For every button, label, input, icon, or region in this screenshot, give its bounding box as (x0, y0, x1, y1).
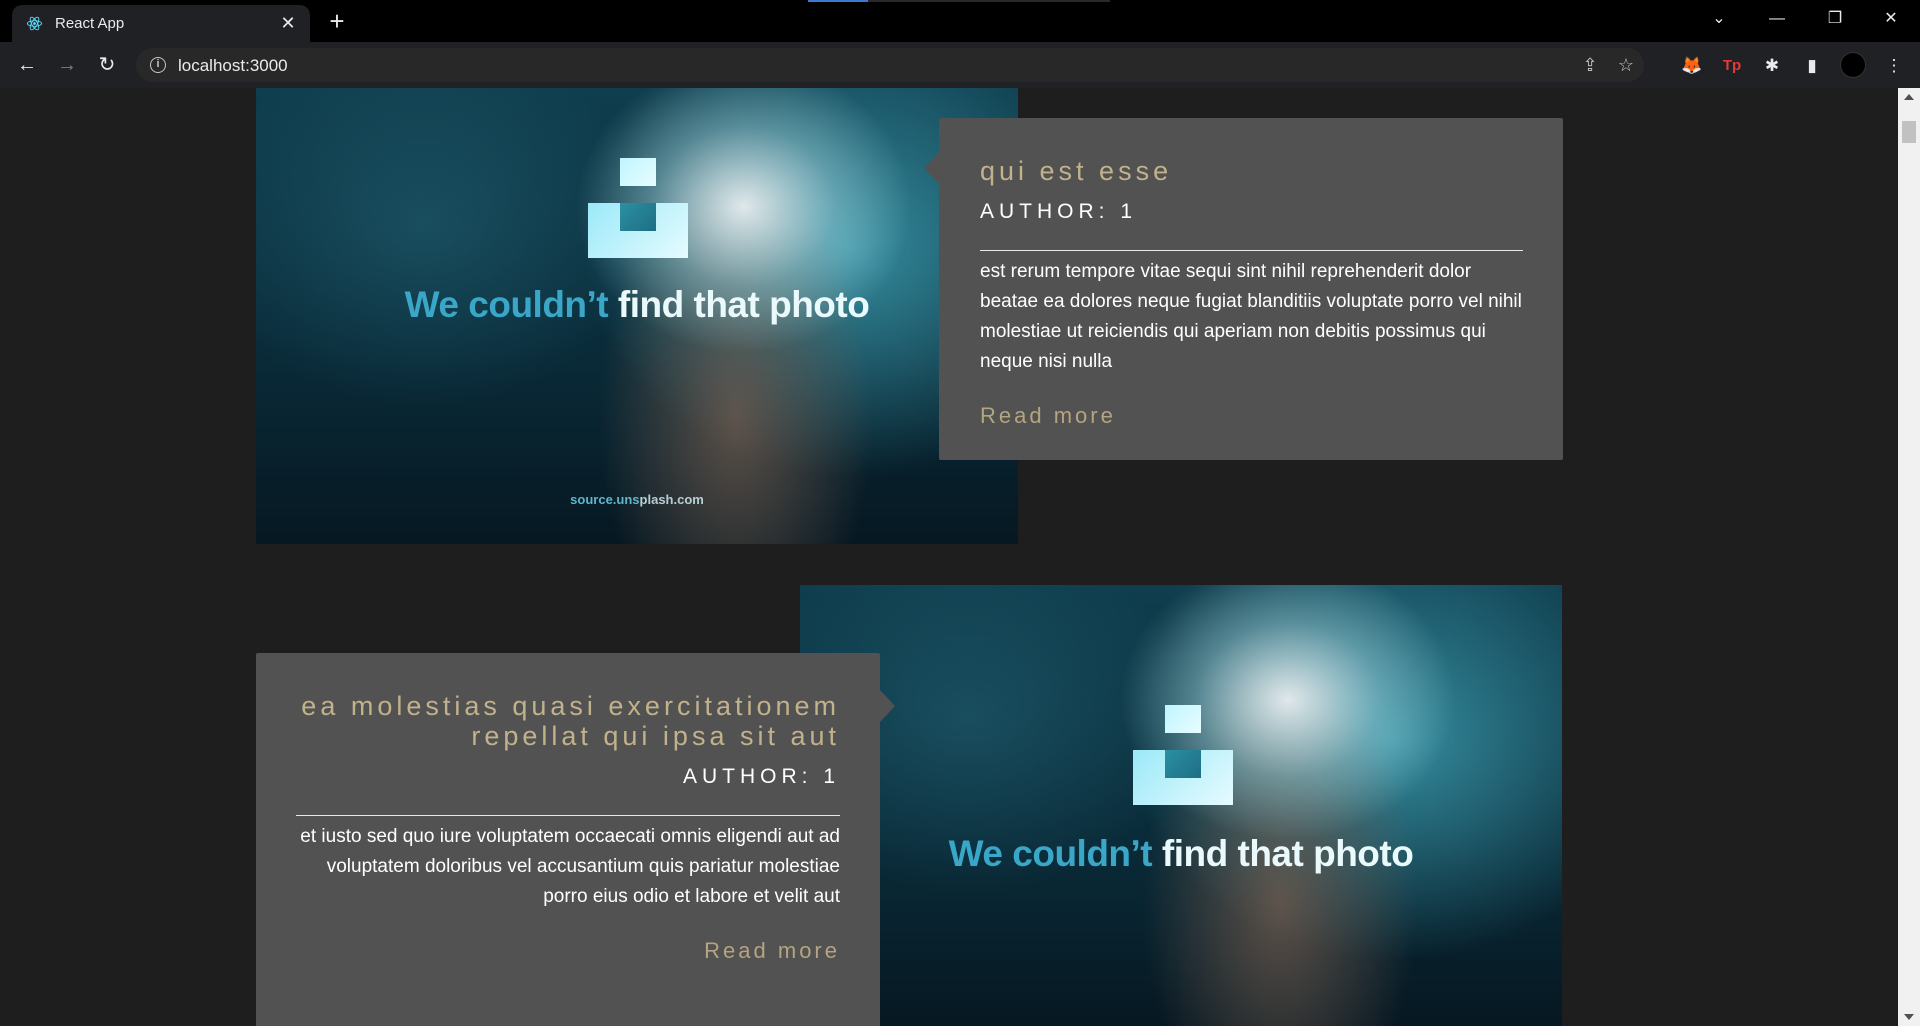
post-body: et iusto sed quo iure voluptatem occaeca… (300, 826, 840, 907)
scroll-down-arrow-icon[interactable] (1904, 1014, 1914, 1020)
image-not-found-message: We couldn’t find that photo (948, 833, 1414, 874)
read-more-link[interactable]: Read more (704, 938, 840, 964)
back-icon[interactable]: ← (12, 50, 42, 80)
extensions-puzzle-icon[interactable]: ✱ (1760, 54, 1784, 78)
menu-kebab-icon[interactable]: ⋮ (1882, 54, 1906, 78)
image-source-label: source.unsplash.com (570, 492, 704, 507)
share-icon[interactable]: ⇪ (1578, 53, 1602, 77)
vertical-scrollbar[interactable] (1898, 88, 1920, 1026)
post-card: ea molestias quasi exercitationem repell… (256, 653, 895, 1026)
post-author: AUTHOR: 1 (980, 200, 1138, 223)
restore-icon[interactable]: ❐ (1806, 0, 1864, 38)
card-pointer (924, 152, 939, 184)
divider (980, 250, 1523, 251)
site-info-icon[interactable]: i (150, 57, 166, 73)
tab-strip-indicator-active (808, 0, 868, 2)
new-tab-icon[interactable]: + (322, 8, 352, 36)
side-panel-icon[interactable]: ▮ (1800, 54, 1824, 78)
tab-search-icon[interactable]: ⌄ (1690, 0, 1748, 38)
browser-tab[interactable]: React App ✕ (12, 5, 310, 42)
reload-icon[interactable]: ↻ (92, 50, 122, 80)
post-image: We couldn’t find that photo (800, 585, 1562, 1026)
divider (296, 815, 840, 816)
card-pointer (880, 690, 895, 722)
browser-titlebar: React App ✕ + ⌄ — ❐ ✕ (0, 0, 1920, 42)
scroll-up-arrow-icon[interactable] (1904, 94, 1914, 100)
close-tab-icon[interactable]: ✕ (276, 11, 300, 35)
close-window-icon[interactable]: ✕ (1862, 0, 1920, 38)
unsplash-logo (1133, 705, 1233, 805)
address-bar[interactable]: i localhost:3000 ⇪ ☆ (136, 48, 1644, 82)
page-content: We couldn’t find that photo source.unspl… (0, 88, 1898, 1026)
bookmark-star-icon[interactable]: ☆ (1614, 53, 1638, 77)
tab-title: React App (55, 15, 125, 32)
forward-icon[interactable]: → (52, 50, 82, 80)
profile-avatar[interactable] (1840, 52, 1866, 78)
post-title: ea molestias quasi exercitationem repell… (301, 691, 840, 751)
url-text[interactable]: localhost:3000 (178, 56, 288, 76)
react-icon (26, 16, 43, 31)
extension-tp-icon[interactable]: Tp (1720, 54, 1744, 78)
minimize-icon[interactable]: — (1748, 0, 1806, 38)
browser-toolbar: ← → ↻ i localhost:3000 ⇪ ☆ 🦊 Tp ✱ ▮ ⋮ (0, 42, 1920, 88)
post-body: est rerum tempore vitae sequi sint nihil… (980, 261, 1522, 372)
post-author: AUTHOR: 1 (682, 765, 840, 788)
post-card: qui est esse AUTHOR: 1 est rerum tempore… (924, 118, 1563, 460)
post-title: qui est esse (980, 156, 1173, 186)
scroll-thumb[interactable] (1902, 121, 1916, 143)
read-more-link[interactable]: Read more (980, 403, 1116, 429)
metamask-extension-icon[interactable]: 🦊 (1680, 54, 1704, 78)
unsplash-logo (588, 158, 688, 258)
image-not-found-message: We couldn’t find that photo (404, 284, 870, 325)
post-image: We couldn’t find that photo source.unspl… (256, 88, 1018, 544)
